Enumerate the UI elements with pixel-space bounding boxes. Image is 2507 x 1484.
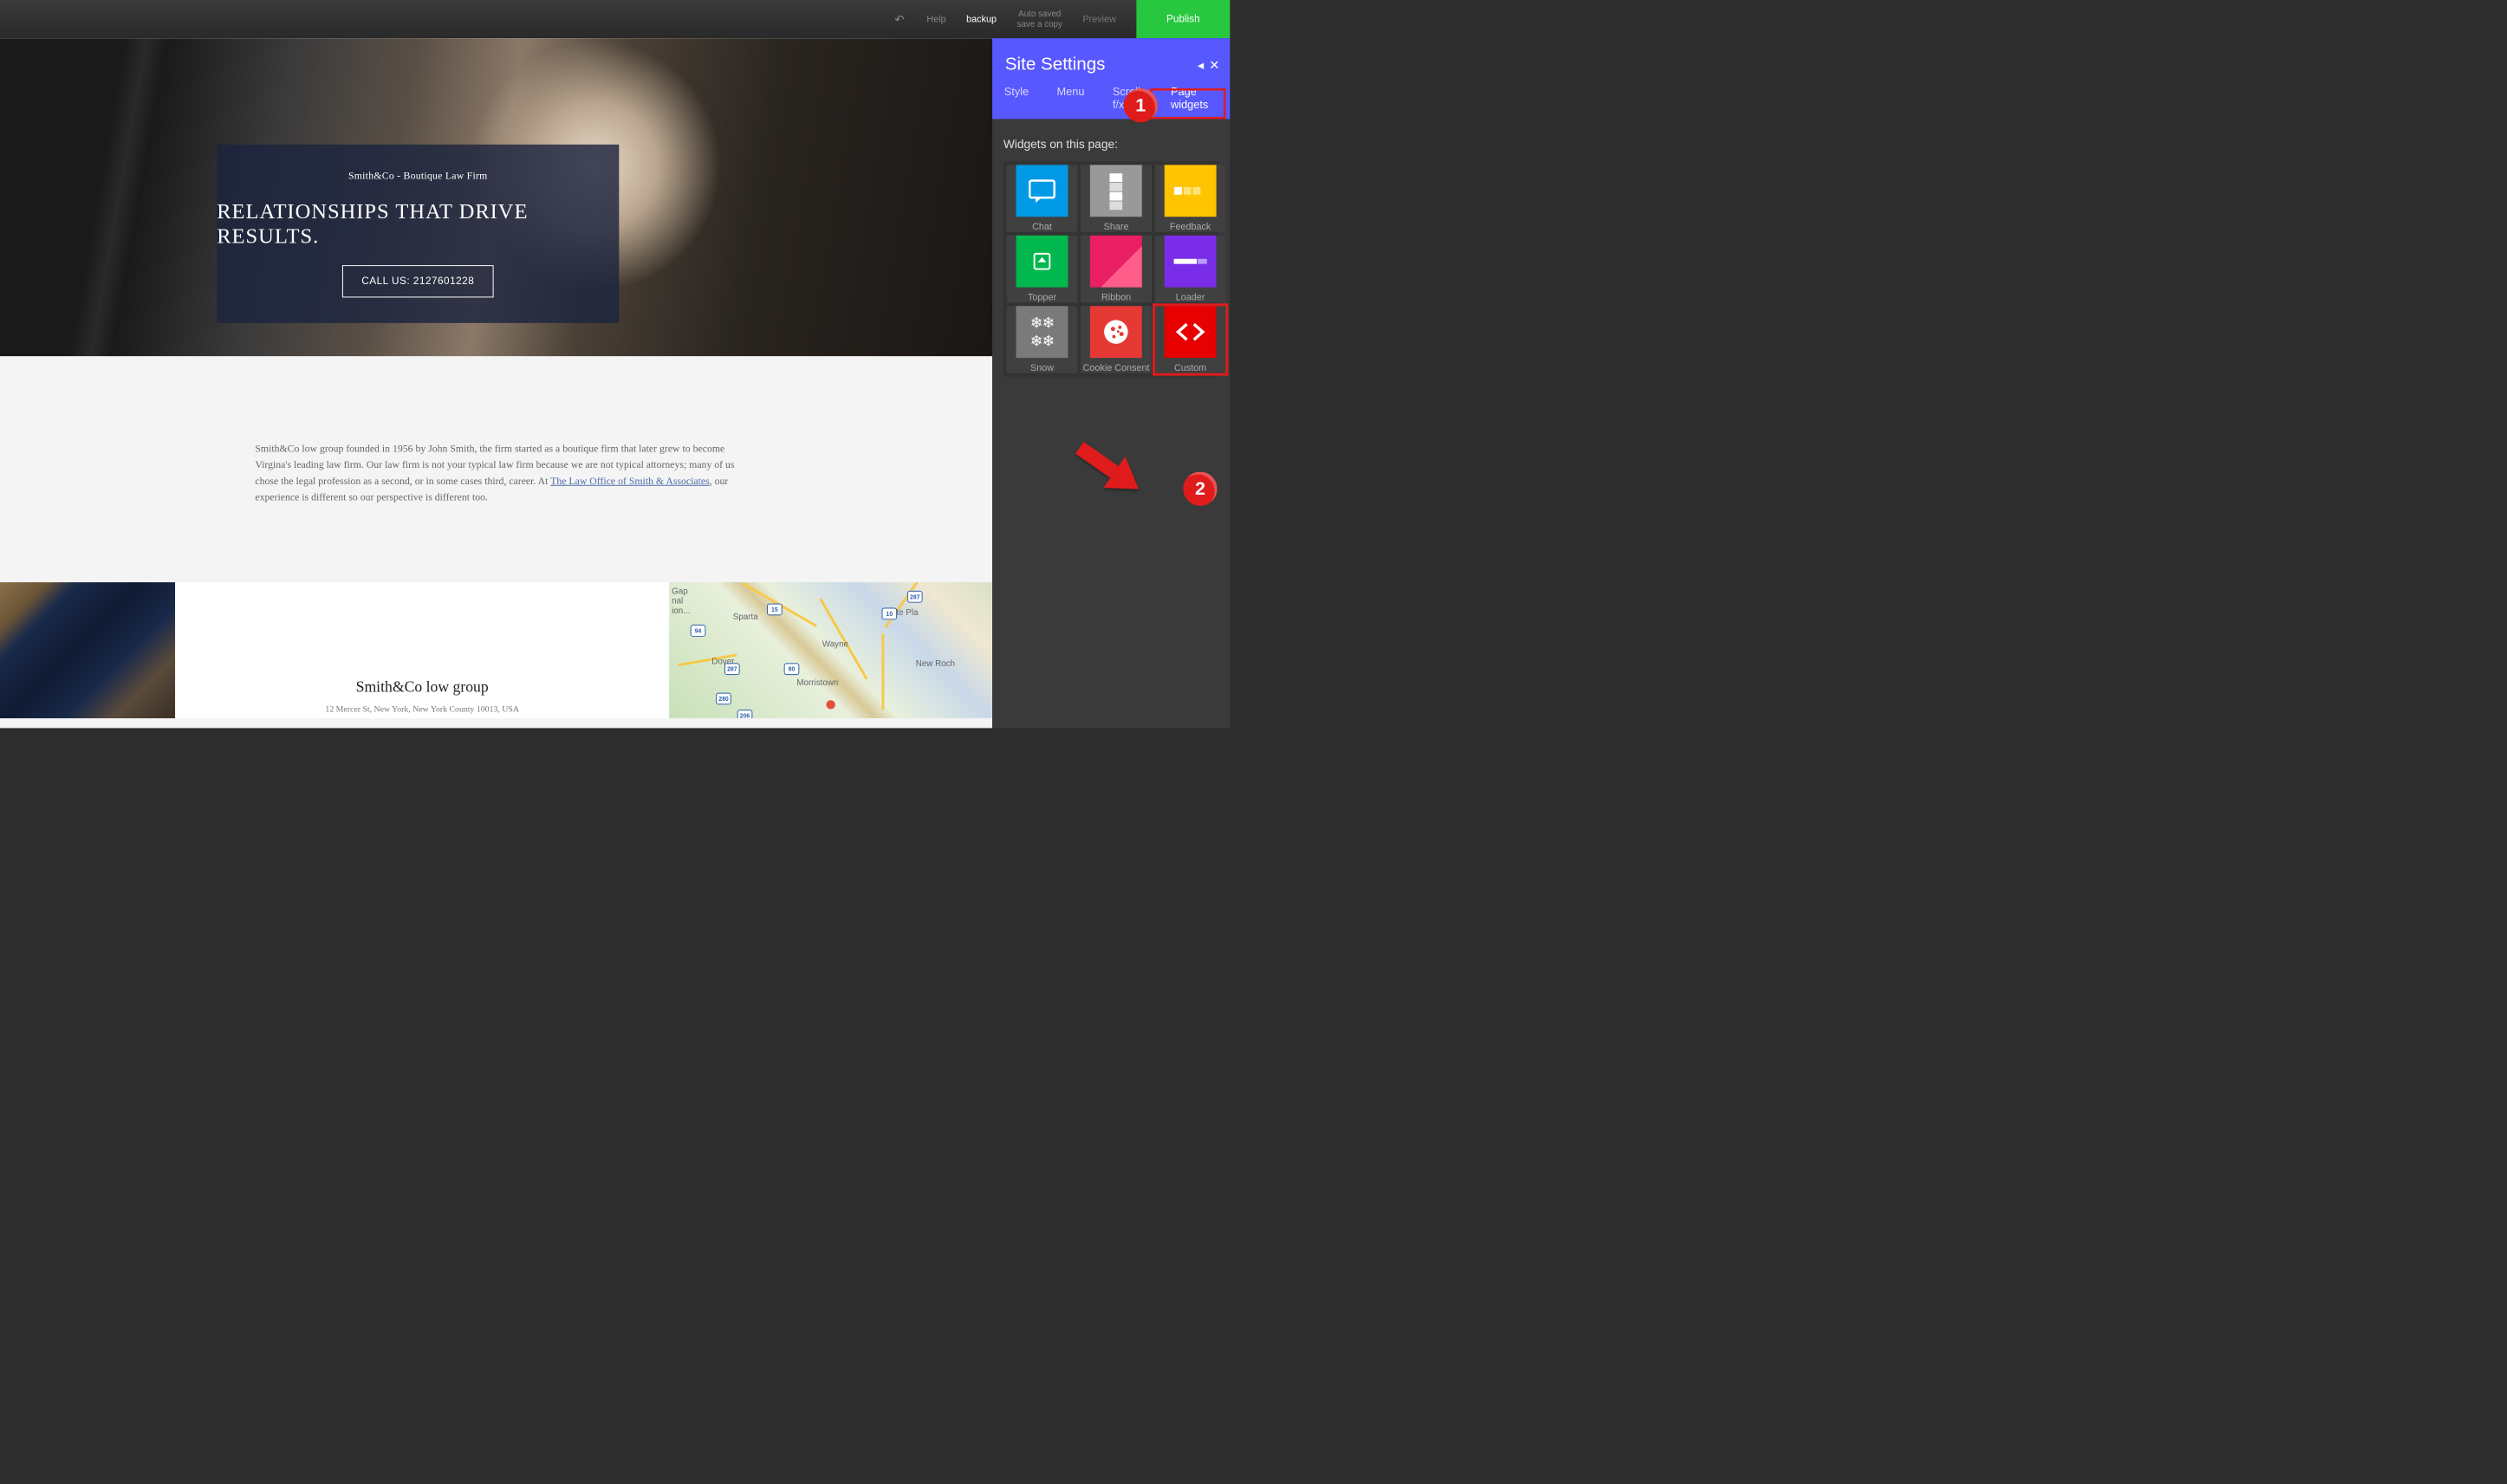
feedback-icon bbox=[1165, 165, 1217, 217]
widget-topper[interactable]: Topper bbox=[1007, 236, 1078, 303]
widget-chat[interactable]: Chat bbox=[1007, 165, 1078, 232]
backup-link[interactable]: backup bbox=[966, 14, 997, 25]
map-label: Wayne bbox=[822, 639, 848, 649]
hero-title[interactable]: RELATIONSHIPS THAT DRIVE RESULTS. bbox=[217, 198, 619, 248]
hero-subtitle[interactable]: Smith&Co - Boutique Law Firm bbox=[348, 170, 488, 181]
contact-block[interactable]: Smith&Co low group 12 Mercer St, New Yor… bbox=[175, 582, 669, 718]
widget-label: Cookie Consent bbox=[1083, 362, 1150, 373]
tab-page-widgets[interactable]: Page widgets bbox=[1167, 77, 1221, 119]
widget-feedback[interactable]: Feedback bbox=[1155, 165, 1226, 232]
map-label-partial: Gap nal ion... bbox=[672, 586, 690, 616]
widget-label: Ribbon bbox=[1101, 292, 1131, 303]
widget-label: Custom bbox=[1174, 362, 1206, 373]
share-icon bbox=[1090, 165, 1142, 217]
hero-section[interactable]: Smith&Co - Boutique Law Firm RELATIONSHI… bbox=[0, 38, 992, 356]
route-shield: 287 bbox=[907, 591, 923, 603]
widget-cookie-consent[interactable]: Cookie Consent bbox=[1081, 306, 1152, 373]
widget-loader[interactable]: Loader bbox=[1155, 236, 1226, 303]
hero-overlay[interactable]: Smith&Co - Boutique Law Firm RELATIONSHI… bbox=[217, 145, 619, 323]
editor-canvas[interactable]: Smith&Co - Boutique Law Firm RELATIONSHI… bbox=[0, 38, 992, 728]
autosaved-line1: Auto saved bbox=[1017, 9, 1062, 19]
route-shield: 280 bbox=[716, 692, 731, 704]
annotation-arrow bbox=[1068, 432, 1153, 508]
hero-cta-button[interactable]: CALL US: 2127601228 bbox=[342, 265, 494, 297]
snow-icon: ❄❄❄❄ bbox=[1016, 306, 1068, 358]
settings-tabs: Style Menu Scroll f/x Page widgets bbox=[992, 77, 1230, 119]
tab-style[interactable]: Style bbox=[1001, 77, 1032, 119]
map-label: Morristown bbox=[796, 677, 838, 687]
map-label: New Roch bbox=[916, 658, 955, 668]
preview-link[interactable]: Preview bbox=[1082, 14, 1115, 25]
annotation-badge-1: 1 bbox=[1124, 88, 1158, 122]
widget-label: Loader bbox=[1176, 292, 1205, 303]
widget-label: Snow bbox=[1030, 362, 1054, 373]
loader-icon bbox=[1165, 236, 1217, 288]
map-widget[interactable]: Sparta Dover Wayne Morristown White Pla … bbox=[669, 582, 992, 718]
widget-label: Feedback bbox=[1170, 221, 1211, 232]
topbar: ↶ Help backup Auto saved save a copy Pre… bbox=[0, 0, 1230, 38]
contact-title[interactable]: Smith&Co low group bbox=[356, 677, 489, 696]
map-route bbox=[882, 633, 885, 710]
widget-label: Share bbox=[1104, 221, 1129, 232]
bottom-row: Smith&Co low group 12 Mercer St, New Yor… bbox=[0, 582, 992, 718]
annotation-badge-2: 2 bbox=[1183, 472, 1217, 506]
route-shield: 80 bbox=[784, 663, 800, 675]
collapse-icon[interactable]: ◂ bbox=[1198, 58, 1204, 73]
ribbon-icon bbox=[1090, 236, 1142, 288]
settings-controls: ◂ ✕ bbox=[1198, 58, 1220, 73]
chat-icon bbox=[1016, 165, 1068, 217]
close-icon[interactable]: ✕ bbox=[1209, 58, 1219, 73]
widget-grid: Chat Share Feedback bbox=[1003, 161, 1219, 376]
undo-icon[interactable]: ↶ bbox=[894, 12, 905, 26]
office-photo[interactable] bbox=[0, 582, 175, 718]
help-link[interactable]: Help bbox=[926, 14, 945, 25]
widget-snow[interactable]: ❄❄❄❄ Snow bbox=[1007, 306, 1078, 373]
custom-code-icon bbox=[1165, 306, 1217, 358]
settings-body: Widgets on this page: Chat Share bbox=[992, 119, 1230, 395]
about-paragraph[interactable]: Smith&Co low group founded in 1956 by Jo… bbox=[255, 441, 737, 505]
widgets-heading: Widgets on this page: bbox=[1003, 138, 1219, 152]
about-section[interactable]: Smith&Co low group founded in 1956 by Jo… bbox=[0, 356, 992, 582]
route-shield: 206 bbox=[737, 710, 753, 718]
widget-label: Topper bbox=[1028, 292, 1056, 303]
settings-title: Site Settings bbox=[1005, 54, 1218, 75]
widget-custom[interactable]: Custom bbox=[1155, 306, 1226, 373]
map-route bbox=[884, 582, 930, 628]
autosaved-status[interactable]: Auto saved save a copy bbox=[1017, 9, 1062, 29]
widget-ribbon[interactable]: Ribbon bbox=[1081, 236, 1152, 303]
autosaved-line2: save a copy bbox=[1017, 19, 1062, 29]
topper-icon bbox=[1016, 236, 1068, 288]
widget-label: Chat bbox=[1032, 221, 1052, 232]
settings-header: Site Settings ◂ ✕ Style Menu Scroll f/x … bbox=[992, 38, 1230, 119]
settings-panel: Site Settings ◂ ✕ Style Menu Scroll f/x … bbox=[992, 38, 1230, 728]
widget-share[interactable]: Share bbox=[1081, 165, 1152, 232]
publish-button[interactable]: Publish bbox=[1136, 0, 1230, 38]
tab-menu[interactable]: Menu bbox=[1054, 77, 1088, 119]
map-label: Sparta bbox=[733, 612, 758, 621]
route-shield: 10 bbox=[882, 607, 898, 619]
contact-address[interactable]: 12 Mercer St, New York, New York County … bbox=[325, 704, 519, 714]
route-shield: 287 bbox=[724, 663, 740, 675]
route-shield: 94 bbox=[691, 625, 706, 637]
about-link[interactable]: The Law Office of Smith & Associates bbox=[550, 476, 710, 487]
cookie-icon bbox=[1090, 306, 1142, 358]
route-shield: 15 bbox=[767, 603, 783, 615]
